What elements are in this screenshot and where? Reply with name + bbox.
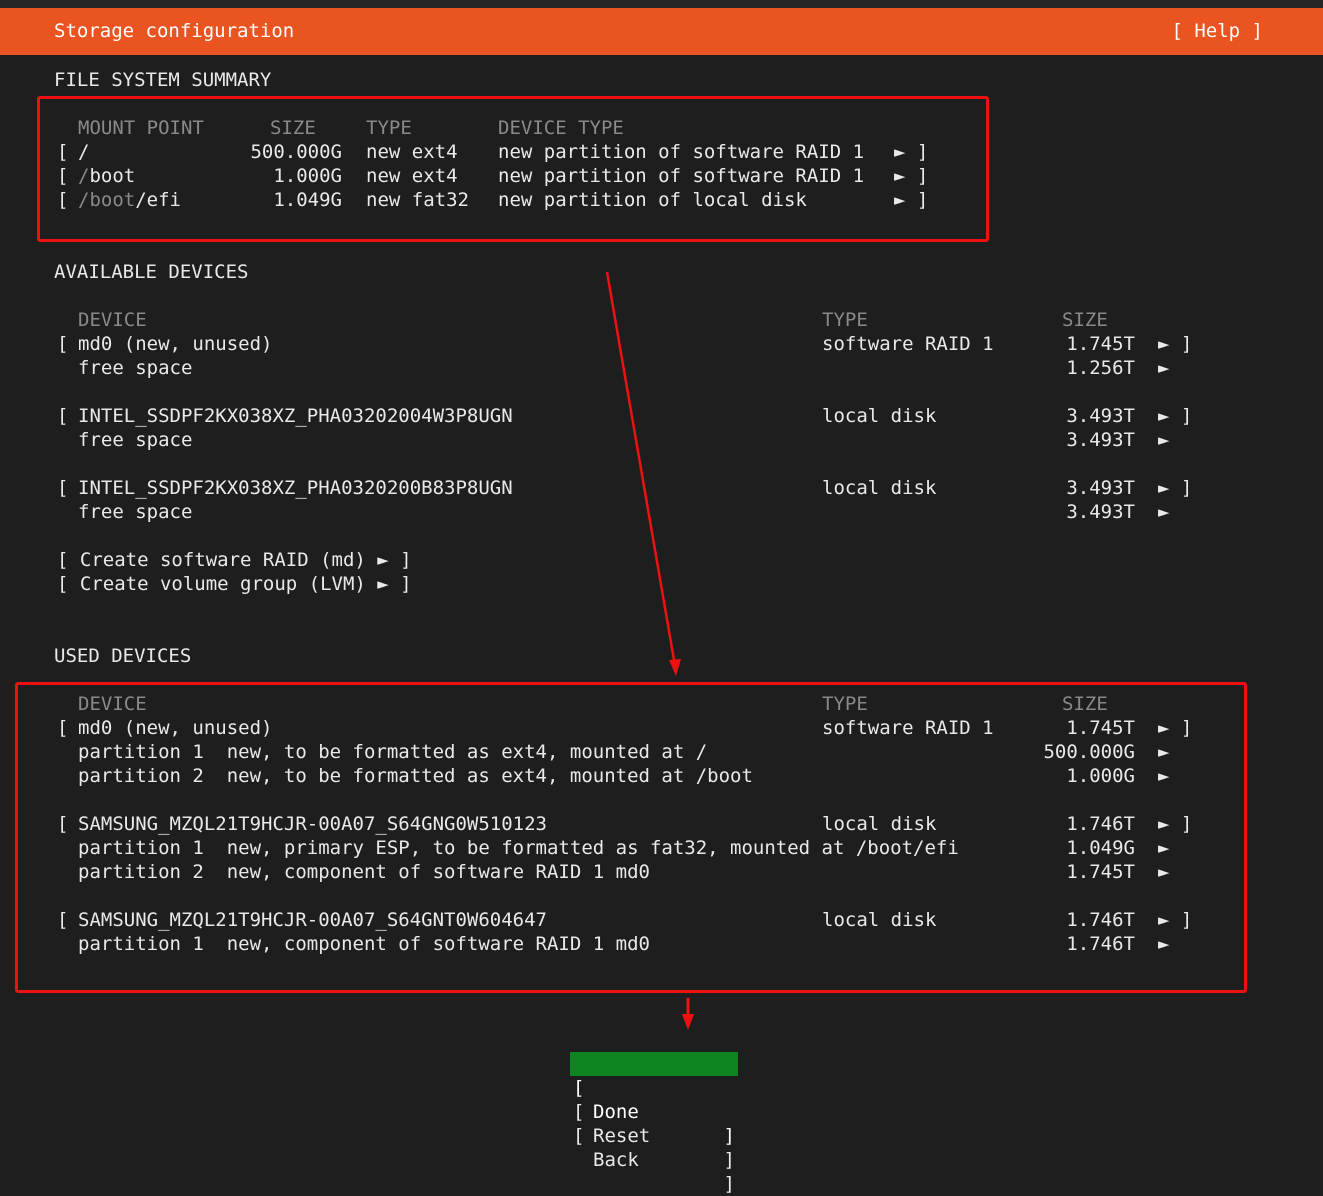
button-close-bracket: ] [723, 1173, 735, 1195]
button-label: Back [593, 1149, 639, 1171]
button-close-bracket: ] [723, 1149, 735, 1171]
annotation-arrows [605, 271, 694, 1030]
annotation-arrow-head [669, 659, 681, 676]
annotation-arrow-head-down [682, 1014, 694, 1030]
annotation-arrow-line [605, 271, 676, 661]
